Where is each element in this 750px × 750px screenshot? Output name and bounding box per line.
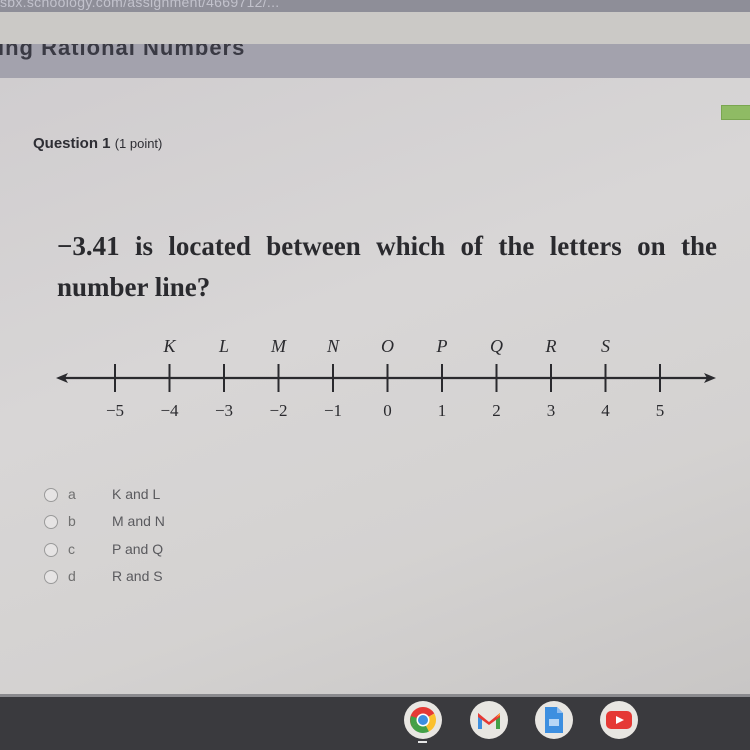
chrome-active-indicator — [418, 741, 427, 743]
tick-label: 4 — [601, 401, 610, 420]
option-letter: d — [68, 568, 76, 584]
course-title: ing Rational Numbers — [0, 44, 246, 60]
docs-app-button[interactable] — [535, 701, 573, 739]
chrome-app-button[interactable] — [404, 701, 442, 739]
course-header: ing Rational Numbers — [0, 44, 750, 78]
point-label-s: S — [601, 336, 610, 356]
option-text: K and L — [112, 486, 161, 502]
tick-label: 5 — [656, 401, 665, 420]
question-number: Question 1 — [33, 135, 111, 152]
tick-label: −4 — [160, 401, 179, 420]
gmail-app-button[interactable] — [470, 701, 508, 739]
browser-tabstrip — [0, 12, 750, 45]
tick-label: −1 — [324, 401, 342, 420]
tick-label: 0 — [383, 401, 392, 420]
question-heading: Question 1 (1 point) — [33, 135, 162, 152]
tick-label: 1 — [438, 401, 447, 420]
question-prompt: −3.41 is located between which of the le… — [57, 231, 717, 302]
tick-label: −5 — [106, 401, 124, 420]
option-text: P and Q — [112, 541, 164, 557]
radio-button[interactable] — [44, 488, 58, 502]
youtube-icon — [606, 711, 632, 729]
radio-button[interactable] — [44, 543, 58, 557]
radio-button[interactable] — [44, 570, 58, 584]
taskbar-edge — [0, 694, 750, 697]
point-label-n: N — [326, 336, 340, 356]
url-text: sbx.schoology.com/assignment/4669712/... — [0, 0, 280, 10]
answer-option-d[interactable]: d R and S — [44, 566, 163, 588]
option-text: R and S — [112, 568, 163, 584]
point-label-o: O — [381, 336, 394, 356]
option-letter: c — [68, 541, 75, 557]
point-label-r: R — [545, 336, 557, 356]
chrome-icon — [409, 706, 437, 733]
browser-url-bar[interactable]: sbx.schoology.com/assignment/4669712/... — [0, 0, 750, 12]
answer-option-c[interactable]: c P and Q — [44, 539, 163, 561]
answer-option-a[interactable]: a K and L — [44, 484, 160, 506]
radio-button[interactable] — [44, 515, 58, 529]
youtube-app-button[interactable] — [600, 701, 638, 739]
question-progress-indicator[interactable] — [721, 105, 750, 120]
tick-label: 3 — [547, 401, 556, 420]
point-label-q: Q — [490, 336, 503, 356]
option-letter: a — [68, 486, 76, 502]
point-label-p: P — [436, 336, 448, 356]
point-label-m: M — [270, 336, 287, 356]
option-letter: b — [68, 513, 76, 529]
point-label-k: K — [162, 336, 176, 356]
gmail-icon — [478, 713, 500, 729]
question-points: (1 point) — [114, 136, 163, 151]
answer-option-b[interactable]: b M and N — [44, 511, 165, 533]
point-label-l: L — [218, 336, 229, 356]
number-line-figure: −5 −4 −3 −2 −1 0 1 2 3 4 5 K L M N O P Q R S — [56, 336, 716, 420]
tick-label: −2 — [269, 401, 287, 420]
docs-icon — [545, 707, 563, 733]
tick-label: 2 — [492, 401, 501, 420]
option-text: M and N — [112, 513, 165, 529]
tick-label: −3 — [215, 401, 233, 420]
